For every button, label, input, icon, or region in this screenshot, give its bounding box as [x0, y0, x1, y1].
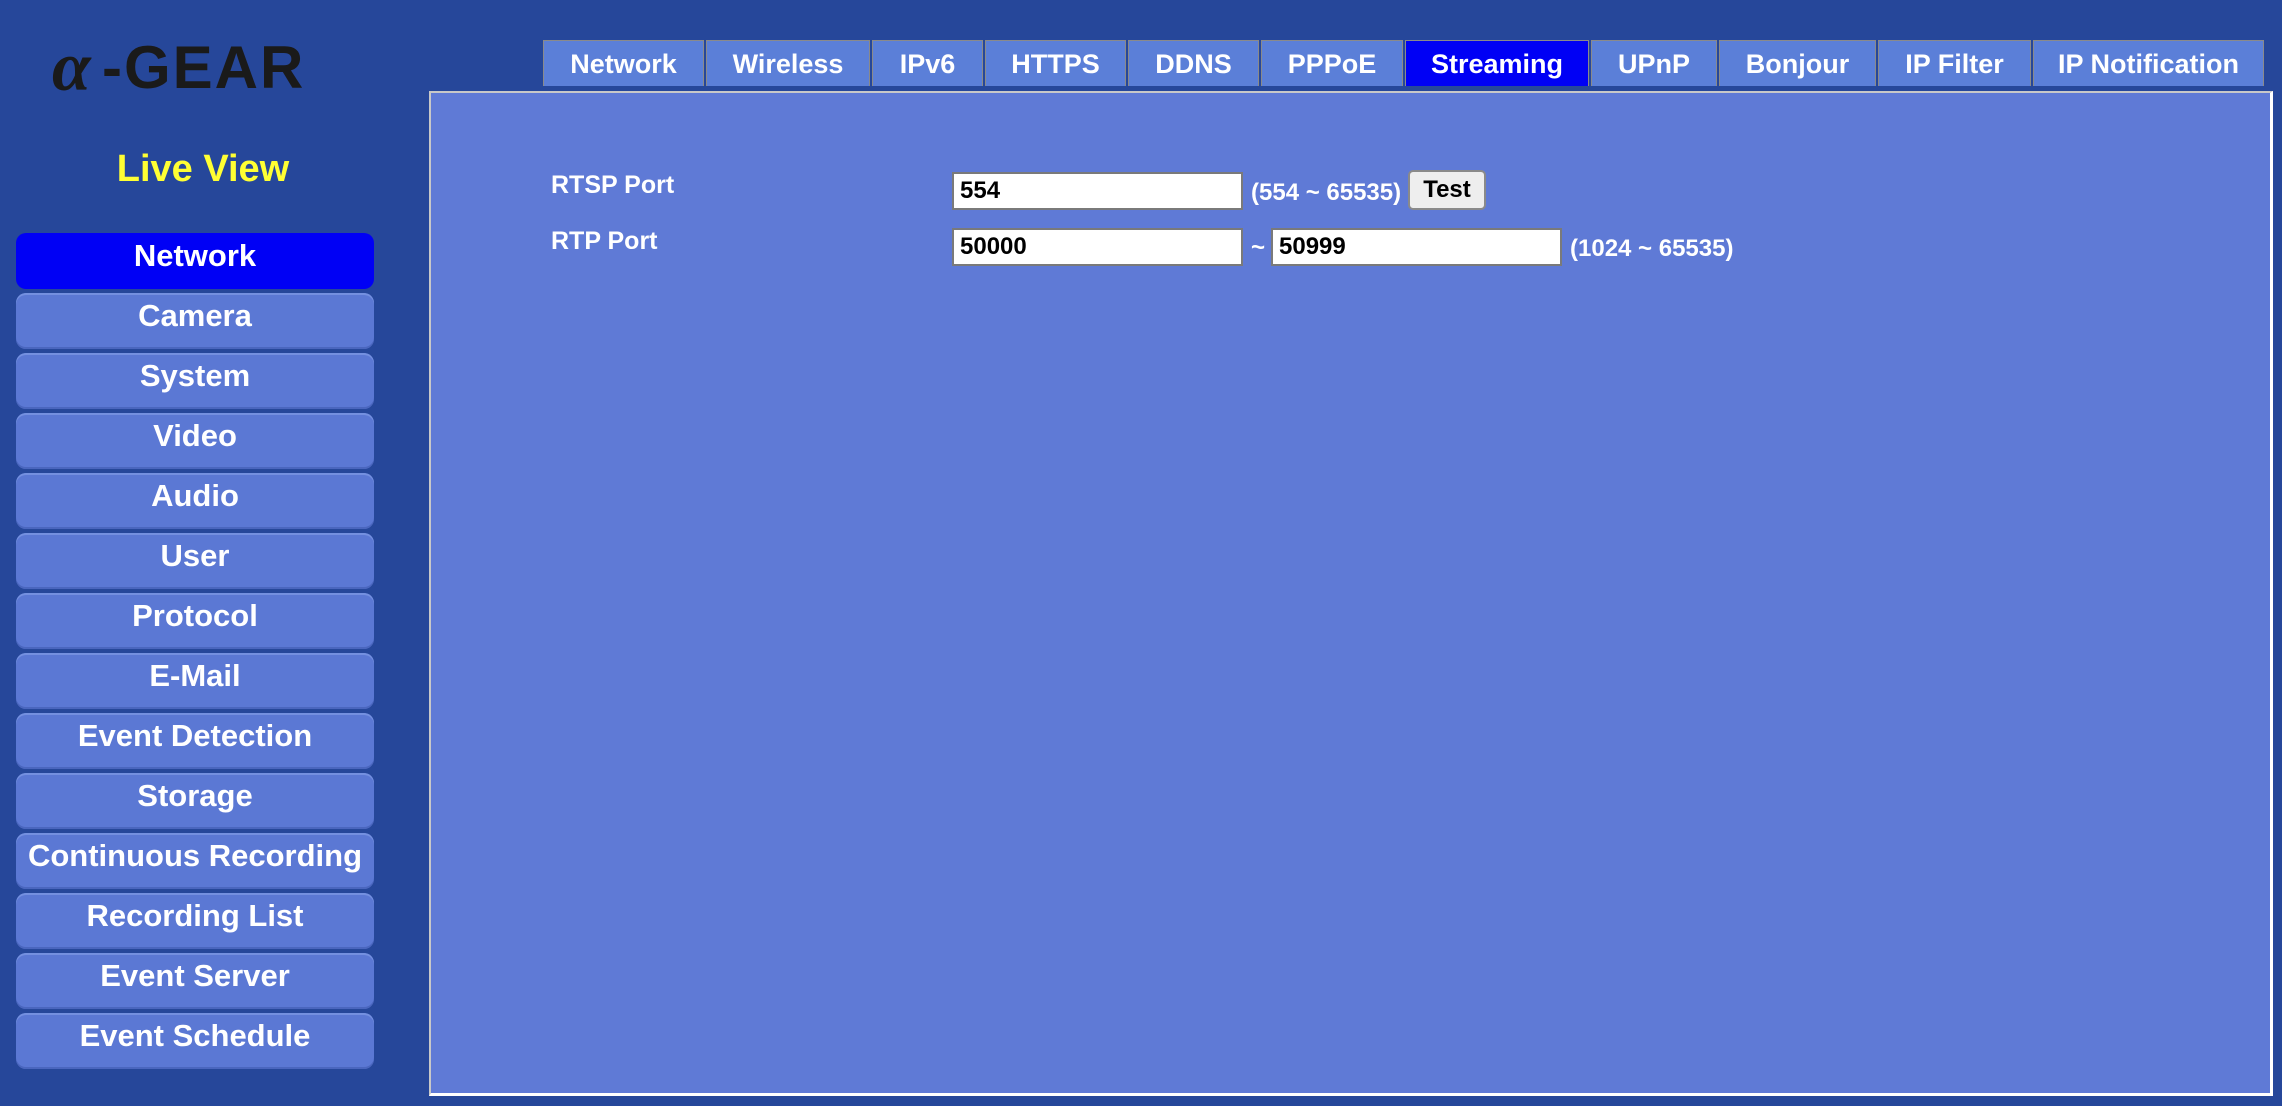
tab-ddns[interactable]: DDNS — [1128, 40, 1259, 86]
sidebar-item-event-detection[interactable]: Event Detection — [16, 713, 374, 769]
rtsp-port-label: RTSP Port — [551, 171, 675, 199]
tab-streaming[interactable]: Streaming — [1405, 40, 1589, 86]
sidebar-item-network[interactable]: Network — [16, 233, 374, 289]
settings-tabs: Network Wireless IPv6 HTTPS DDNS PPPoE S… — [543, 40, 2266, 88]
rtsp-test-button[interactable]: Test — [1408, 170, 1486, 210]
tab-ip-notification[interactable]: IP Notification — [2033, 40, 2264, 86]
sidebar-item-email[interactable]: E-Mail — [16, 653, 374, 709]
rtp-port-start-input[interactable] — [952, 228, 1243, 266]
rtp-port-end-input[interactable] — [1271, 228, 1562, 266]
sidebar-menu: Network Camera System Video Audio User P… — [16, 233, 374, 1073]
sidebar-item-event-schedule[interactable]: Event Schedule — [16, 1013, 374, 1069]
tab-ipv6[interactable]: IPv6 — [872, 40, 983, 86]
sidebar-item-system[interactable]: System — [16, 353, 374, 409]
sidebar-item-recording-list[interactable]: Recording List — [16, 893, 374, 949]
tab-https[interactable]: HTTPS — [985, 40, 1126, 86]
sidebar-item-camera[interactable]: Camera — [16, 293, 374, 349]
sidebar-item-audio[interactable]: Audio — [16, 473, 374, 529]
tab-upnp[interactable]: UPnP — [1591, 40, 1717, 86]
tab-bonjour[interactable]: Bonjour — [1719, 40, 1876, 86]
rtsp-port-range-hint: (554 ~ 65535) — [1251, 179, 1402, 206]
tab-pppoe[interactable]: PPPoE — [1261, 40, 1403, 86]
sidebar-item-event-server[interactable]: Event Server — [16, 953, 374, 1009]
brand-logo: α -GEAR — [50, 24, 360, 104]
sidebar-item-protocol[interactable]: Protocol — [16, 593, 374, 649]
live-view-link[interactable]: Live View — [16, 148, 390, 191]
rtp-port-range-hint: (1024 ~ 65535) — [1570, 235, 1734, 262]
streaming-settings-panel: RTSP Port (554 ~ 65535) Test RTP Port ~ … — [429, 91, 2273, 1096]
sidebar-item-storage[interactable]: Storage — [16, 773, 374, 829]
logo-gear-word: -GEAR — [102, 34, 305, 101]
alpha-gear-logo: α -GEAR — [52, 29, 305, 104]
sidebar-item-user[interactable]: User — [16, 533, 374, 589]
rtsp-port-input[interactable] — [952, 172, 1243, 210]
rtp-port-label: RTP Port — [551, 227, 658, 255]
tab-ip-filter[interactable]: IP Filter — [1878, 40, 2031, 86]
sidebar-item-video[interactable]: Video — [16, 413, 374, 469]
rtp-port-range-separator: ~ — [1251, 234, 1266, 261]
tab-network[interactable]: Network — [543, 40, 704, 86]
sidebar-item-continuous-recording[interactable]: Continuous Recording — [16, 833, 374, 889]
tab-wireless[interactable]: Wireless — [706, 40, 870, 86]
logo-alpha-glyph: α — [52, 29, 92, 104]
